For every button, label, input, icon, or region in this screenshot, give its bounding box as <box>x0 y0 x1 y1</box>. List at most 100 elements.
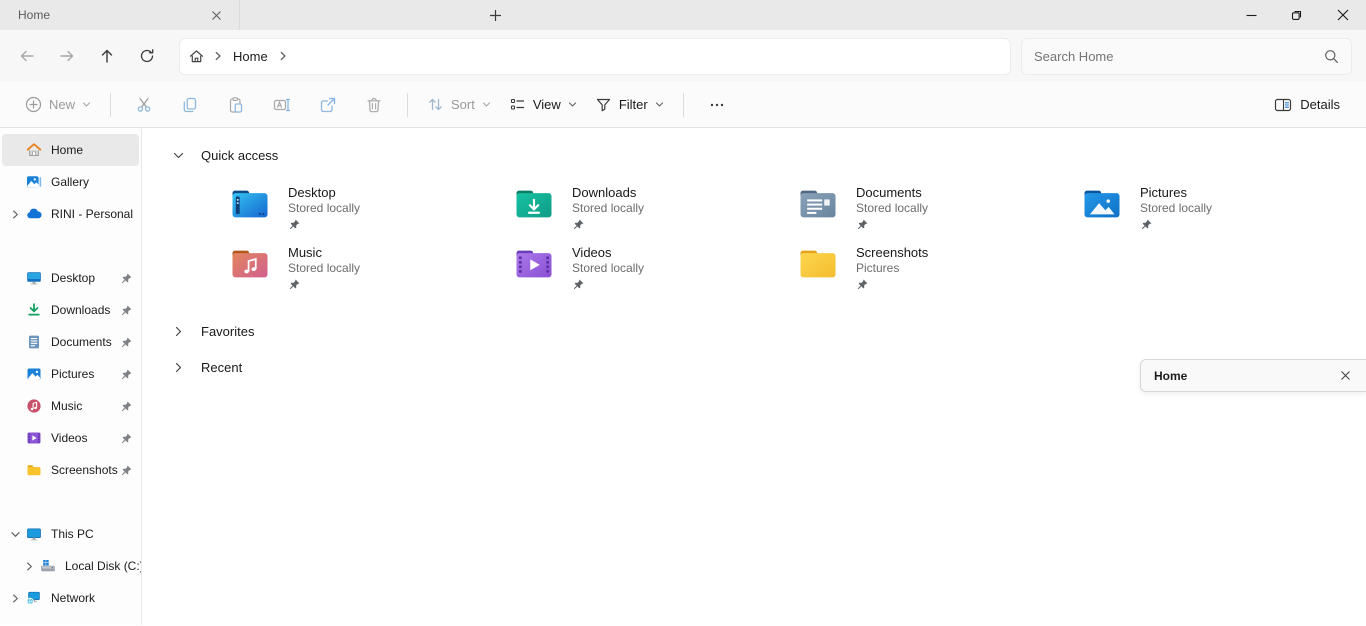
sort-button[interactable]: Sort <box>418 88 500 122</box>
tooltip-close-icon[interactable] <box>1334 365 1356 387</box>
refresh-button[interactable] <box>127 38 167 74</box>
tile-screenshots[interactable]: ScreenshotsPictures <box>798 245 1082 293</box>
new-tab-button[interactable] <box>478 0 512 30</box>
address-bar[interactable]: Home <box>179 38 1011 75</box>
folder-screenshots-icon <box>798 247 838 281</box>
sidebar-item-label: Network <box>51 591 95 605</box>
chevron-right-icon[interactable] <box>6 208 24 220</box>
details-button[interactable]: Details <box>1264 88 1350 122</box>
gallery-icon <box>26 174 42 190</box>
tab-home[interactable]: Home <box>0 0 240 30</box>
new-button[interactable]: New <box>16 88 100 122</box>
pin-icon <box>856 278 869 291</box>
tile-text: DesktopStored locally <box>288 185 360 233</box>
up-button[interactable] <box>87 38 127 74</box>
sidebar-item-network[interactable]: Network <box>2 582 139 614</box>
minimize-button[interactable] <box>1228 0 1274 30</box>
chevron-right-icon[interactable] <box>6 592 24 604</box>
sidebar-item-screenshots[interactable]: Screenshots <box>2 454 139 486</box>
chevron-down-icon[interactable] <box>6 528 24 540</box>
tile-title: Downloads <box>572 185 644 201</box>
chevron-down-icon <box>655 100 664 109</box>
delete-button[interactable] <box>356 88 392 122</box>
folder-documents-icon <box>798 187 838 221</box>
sidebar-item-rini-personal[interactable]: RINI - Personal <box>2 198 139 230</box>
close-button[interactable] <box>1320 0 1366 30</box>
sidebar-item-music[interactable]: Music <box>2 390 139 422</box>
sort-arrows-icon <box>427 96 444 113</box>
tile-title: Pictures <box>1140 185 1212 201</box>
folder-downloads-icon <box>514 187 554 221</box>
sidebar-item-gallery[interactable]: Gallery <box>2 166 139 198</box>
sidebar-item-this-pc[interactable]: This PC <box>2 518 139 550</box>
search-icon[interactable] <box>1324 49 1339 64</box>
breadcrumb-item[interactable]: Home <box>231 49 270 64</box>
more-button[interactable] <box>699 88 735 122</box>
view-button-label: View <box>533 97 561 112</box>
forward-button[interactable] <box>47 38 87 74</box>
chevron-down-icon[interactable] <box>172 149 185 162</box>
tile-music[interactable]: MusicStored locally <box>230 245 514 293</box>
tab-close-icon[interactable] <box>203 5 229 25</box>
chevron-slot <box>6 336 24 348</box>
chevron-right-icon[interactable] <box>278 51 288 61</box>
sidebar-group: HomeGallery RINI - Personal <box>0 134 141 230</box>
paste-button[interactable] <box>218 88 254 122</box>
tile-title: Documents <box>856 185 928 201</box>
copy-button[interactable] <box>172 88 208 122</box>
back-button[interactable] <box>7 38 47 74</box>
tile-title: Screenshots <box>856 245 928 261</box>
chevron-right-icon[interactable] <box>20 560 38 572</box>
cut-button[interactable] <box>126 88 162 122</box>
tab-label: Home <box>18 8 203 22</box>
sidebar-item-label: This PC <box>51 527 94 541</box>
breadcrumb-home-icon[interactable] <box>188 48 205 65</box>
toolbar-separator <box>407 93 408 117</box>
chevron-slot <box>6 432 24 444</box>
sidebar: HomeGallery RINI - Personal Desktop Downloa… <box>0 128 142 625</box>
chevron-right-icon[interactable] <box>172 361 185 374</box>
tile-text: MusicStored locally <box>288 245 360 293</box>
filter-funnel-icon <box>595 96 612 113</box>
sidebar-item-downloads[interactable]: Downloads <box>2 294 139 326</box>
tile-pictures[interactable]: PicturesStored locally <box>1082 185 1366 233</box>
sidebar-item-label: Documents <box>51 335 112 349</box>
tile-subtitle: Pictures <box>856 261 928 276</box>
toolbar-separator <box>110 93 111 117</box>
tile-downloads[interactable]: DownloadsStored locally <box>514 185 798 233</box>
sidebar-item-local-disk-c[interactable]: Local Disk (C:) <box>2 550 139 582</box>
tile-documents[interactable]: DocumentsStored locally <box>798 185 1082 233</box>
sidebar-item-home[interactable]: Home <box>2 134 139 166</box>
chevron-right-icon[interactable] <box>213 51 223 61</box>
sidebar-item-pictures[interactable]: Pictures <box>2 358 139 390</box>
home-icon <box>26 142 42 158</box>
tile-subtitle: Stored locally <box>572 261 644 276</box>
documents-icon <box>26 334 42 350</box>
pin-icon <box>120 432 133 445</box>
disk-icon <box>40 558 56 574</box>
plus-circle-icon <box>25 96 42 113</box>
filter-button[interactable]: Filter <box>586 88 673 122</box>
tile-videos[interactable]: VideosStored locally <box>514 245 798 293</box>
sidebar-item-documents[interactable]: Documents <box>2 326 139 358</box>
view-button[interactable]: View <box>500 88 586 122</box>
section-quick-access[interactable]: Quick access <box>172 143 1366 167</box>
pin-icon <box>1140 218 1153 231</box>
rename-button[interactable] <box>264 88 300 122</box>
section-label: Quick access <box>201 148 278 163</box>
tile-text: ScreenshotsPictures <box>856 245 928 293</box>
sidebar-item-desktop[interactable]: Desktop <box>2 262 139 294</box>
search-input[interactable]: Search Home <box>1021 38 1352 75</box>
chevron-down-icon <box>82 100 91 109</box>
tile-text: PicturesStored locally <box>1140 185 1212 233</box>
maximize-restore-button[interactable] <box>1274 0 1320 30</box>
section-label: Favorites <box>201 324 254 339</box>
sidebar-item-label: RINI - Personal <box>51 207 133 221</box>
tile-desktop[interactable]: DesktopStored locally <box>230 185 514 233</box>
section-favorites[interactable]: Favorites <box>172 319 1366 343</box>
sidebar-item-label: Downloads <box>51 303 110 317</box>
pin-icon <box>856 218 869 231</box>
sidebar-item-videos[interactable]: Videos <box>2 422 139 454</box>
chevron-right-icon[interactable] <box>172 325 185 338</box>
share-button[interactable] <box>310 88 346 122</box>
